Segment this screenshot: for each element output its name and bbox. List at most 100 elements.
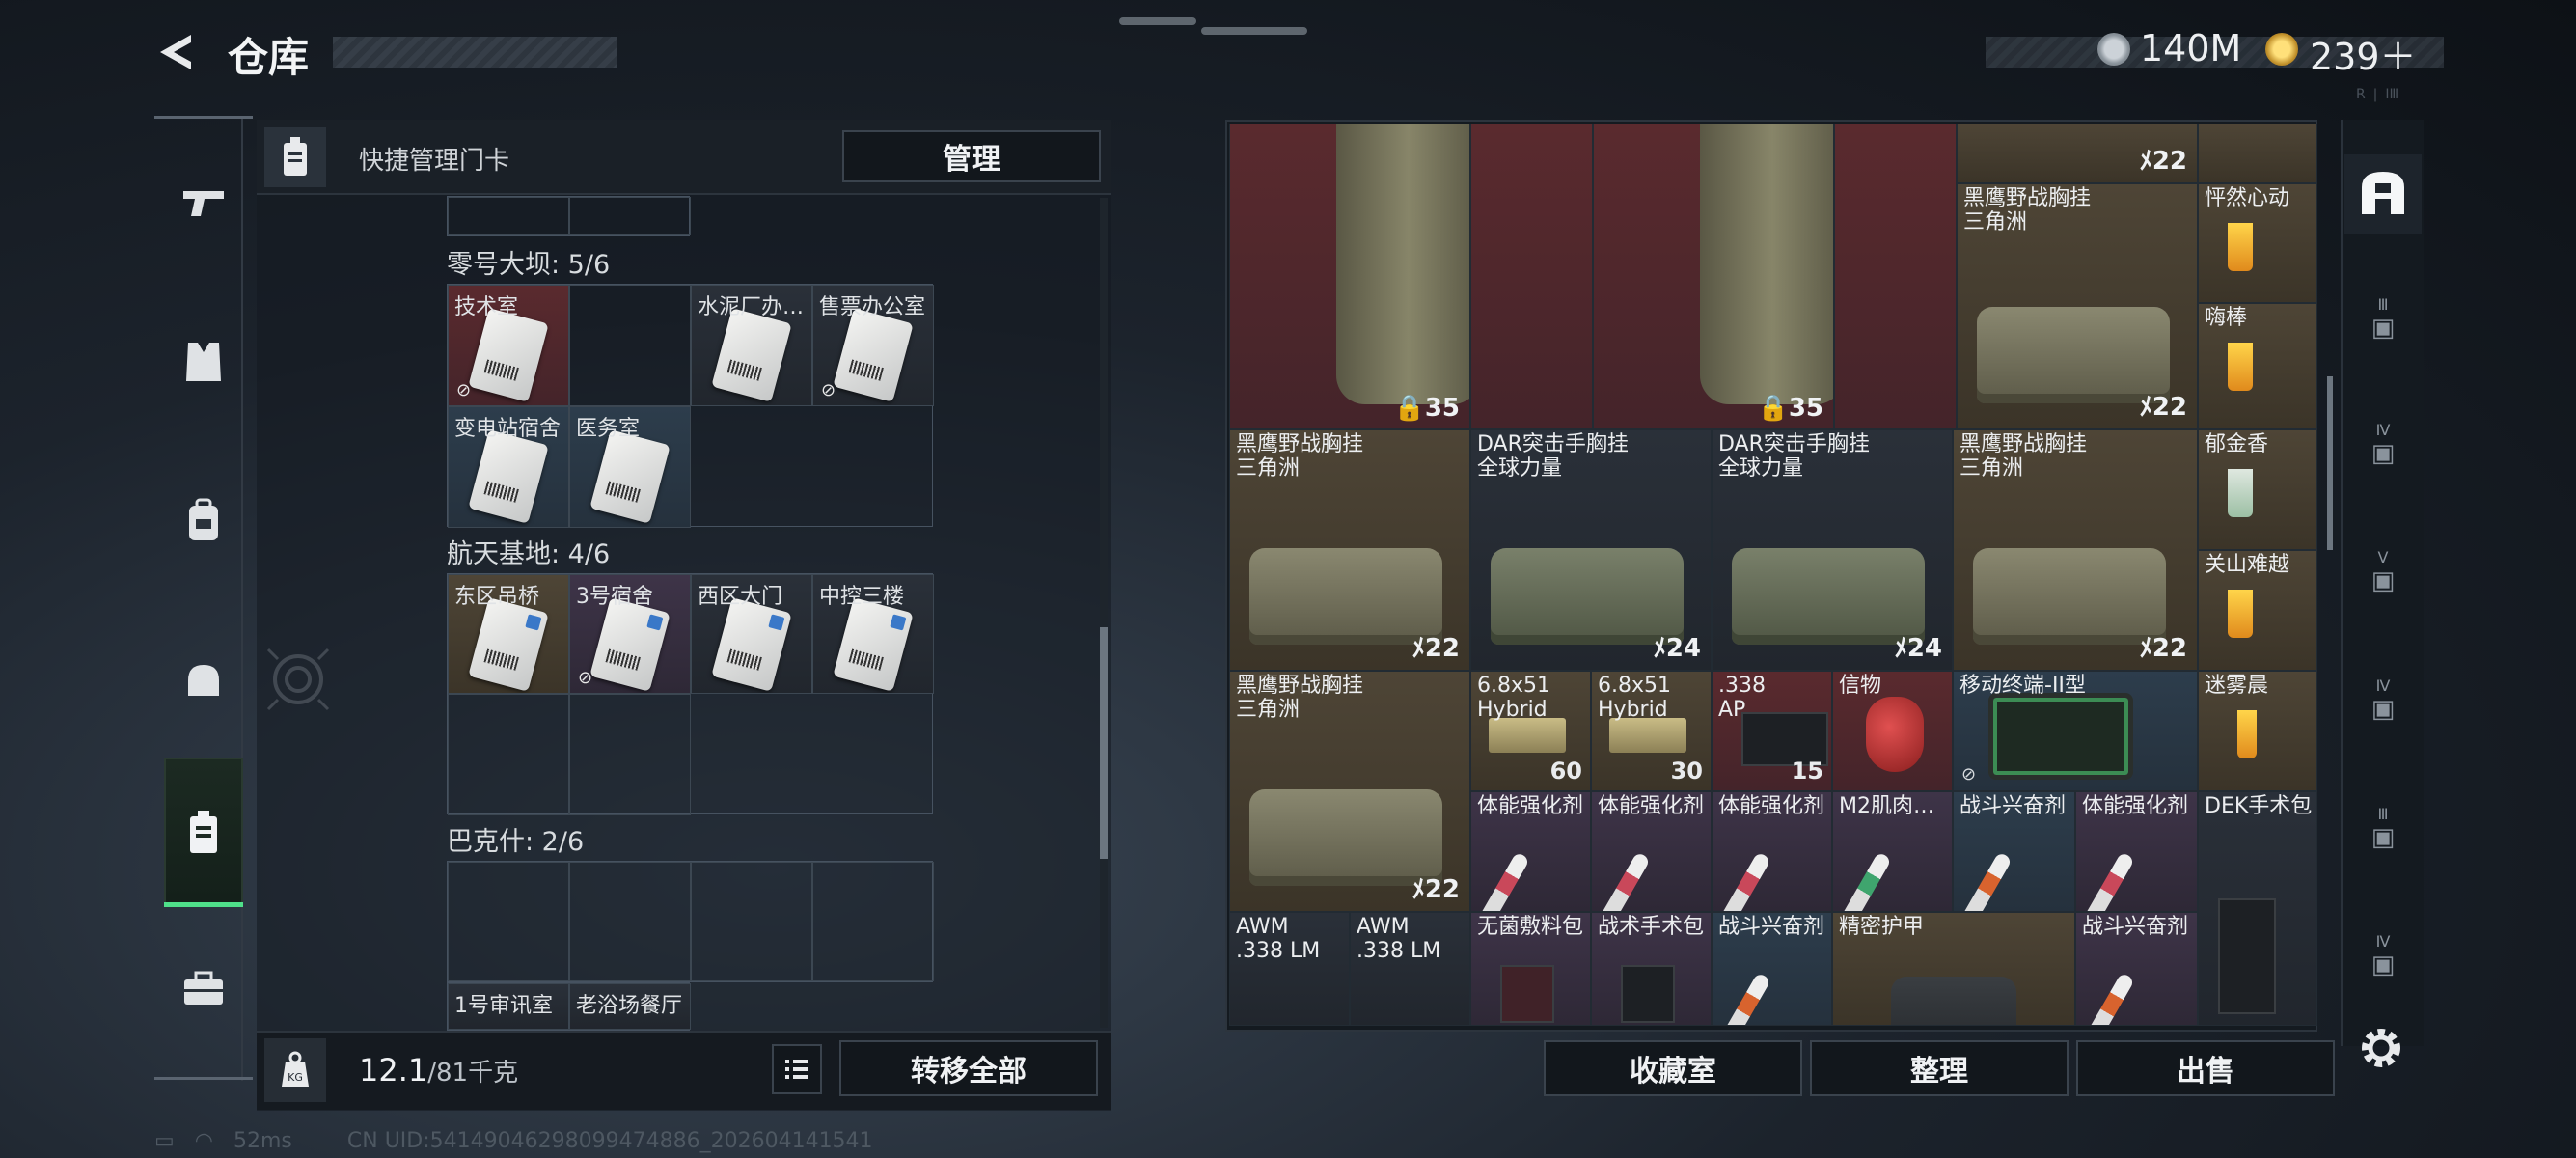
inventory-item[interactable]: 信物 <box>1832 671 1953 791</box>
inventory-item[interactable]: 战斗兴奋剂 <box>1953 791 2075 912</box>
keycard-slot-empty[interactable] <box>448 862 569 981</box>
section-title-dam: 零号大坝: 5/6 <box>447 250 611 280</box>
tab-storage-3b[interactable]: Ⅲ ▣ <box>2354 799 2412 857</box>
keycard-slot[interactable] <box>448 197 569 235</box>
inventory-item[interactable]: 战斗兴奋剂 <box>1712 912 1832 1026</box>
inventory-item[interactable]: 精密护甲 <box>1832 912 2075 1026</box>
item-name: 黑鹰野战胸挂 三角洲 <box>1963 186 2092 234</box>
item-name: 怦然心动 <box>2205 186 2290 210</box>
back-arrow-icon[interactable] <box>152 29 199 75</box>
inventory-item[interactable]: DAR突击手胸挂 全球力量 ﾒ24 <box>1712 429 1953 671</box>
keycard-slot[interactable]: 老浴场餐厅 <box>569 983 691 1030</box>
no-insure-icon: ⊘ <box>1961 764 1977 785</box>
inventory-item[interactable]: 🔒35 <box>1593 124 1834 429</box>
tab-main-storage[interactable] <box>2354 164 2412 222</box>
inventory-item-partial[interactable] <box>2198 124 2317 183</box>
keycard-slot[interactable]: 变电站宿舍 <box>448 406 569 528</box>
nav-keycard[interactable] <box>164 793 243 870</box>
keycard-slot[interactable]: 售票办公室 ⊘ <box>812 285 934 406</box>
inventory-item[interactable]: 关山难越 <box>2198 550 2317 671</box>
inventory-item[interactable]: AWM .338 LM <box>1229 912 1350 1026</box>
inventory-scrollbar-thumb[interactable] <box>2327 376 2333 550</box>
tab-storage-4c[interactable]: Ⅳ ▣ <box>2354 926 2412 984</box>
inventory-item[interactable]: 黑鹰野战胸挂 三角洲 ﾒ22 <box>1229 671 1470 912</box>
nav-backpack[interactable] <box>164 482 243 560</box>
inventory-item[interactable]: 无菌敷料包 <box>1470 912 1591 1026</box>
keycard-slot[interactable]: 西区大门 <box>691 574 812 694</box>
tab-storage-5[interactable]: Ⅴ ▣ <box>2354 542 2412 600</box>
tab-storage-3[interactable]: Ⅲ ▣ <box>2354 290 2412 347</box>
status-bar: ▭ ◠ 52ms CN UID:5414904629809947488​6_20… <box>154 1129 873 1153</box>
keycard-name: 西区大门 <box>698 585 783 609</box>
inventory-item[interactable]: 黑鹰野战胸挂 三角洲 ﾒ22 <box>1957 183 2198 429</box>
inventory-item[interactable]: DAR突击手胸挂 全球力量 ﾒ24 <box>1470 429 1712 671</box>
keycard-slot[interactable]: 1号审讯室 <box>448 983 569 1030</box>
keycard-slot-empty[interactable] <box>691 862 812 981</box>
inventory-item[interactable]: M2肌肉… <box>1832 791 1953 912</box>
keycard-slot[interactable]: 东区吊桥 <box>448 574 569 694</box>
keycard-slot[interactable]: 3号宿舍 ⊘ <box>569 574 691 694</box>
inventory-item[interactable]: 体能强化剂 <box>2075 791 2198 912</box>
keycard-panel-title: 快捷管理门卡 <box>359 147 510 176</box>
inventory-item[interactable]: 🔒35 <box>1229 124 1470 429</box>
keycard-scrollbar[interactable] <box>1100 198 1108 1028</box>
item-count: ﾒ24 <box>1653 634 1701 663</box>
collection-room-button[interactable]: 收藏室 <box>1544 1040 1802 1096</box>
keycard-scrollbar-thumb[interactable] <box>1100 627 1108 859</box>
item-name: DAR突击手胸挂 全球力量 <box>1477 432 1629 481</box>
inventory-item[interactable]: 迷雾晨 <box>2198 671 2317 791</box>
inventory-item[interactable]: AWM .338 LM <box>1350 912 1470 1026</box>
nav-armor[interactable] <box>164 323 243 400</box>
keycard-slot-empty[interactable] <box>569 285 691 406</box>
keycard-slot[interactable]: 水泥厂办… <box>691 285 812 406</box>
item-name: DAR突击手胸挂 全球力量 <box>1718 432 1870 481</box>
nav-weapon[interactable] <box>164 164 243 241</box>
item-name: 体能强化剂 <box>1477 794 1584 818</box>
list-view-button[interactable] <box>772 1044 822 1094</box>
inventory-item[interactable]: 体能强化剂 <box>1470 791 1591 912</box>
keycard-slot-empty[interactable] <box>569 862 691 981</box>
inventory-item[interactable]: 嗨棒 <box>2198 303 2317 429</box>
inventory-item[interactable]: 体能强化剂 <box>1712 791 1832 912</box>
item-name: 精密护甲 <box>1839 915 1925 939</box>
keycard-slot[interactable]: 技术室 ⊘ <box>448 285 569 406</box>
inventory-item[interactable]: 黑鹰野战胸挂 三角洲 ﾒ22 <box>1953 429 2198 671</box>
inventory-item[interactable]: 怦然心动 <box>2198 183 2317 303</box>
silver-currency-amount[interactable]: 140M <box>2140 27 2241 69</box>
keycard-holder-icon <box>264 127 326 187</box>
svg-text:KG: KG <box>288 1071 303 1084</box>
inventory-item[interactable]: 战斗兴奋剂 <box>2075 912 2198 1026</box>
keycard-slot[interactable] <box>569 197 691 235</box>
inventory-item[interactable]: .338 AP 15 <box>1712 671 1832 791</box>
section-title-bakhsh: 巴克什: 2/6 <box>447 827 585 857</box>
tab-storage-4[interactable]: Ⅳ ▣ <box>2354 415 2412 473</box>
item-name: 关山难越 <box>2205 553 2290 577</box>
inventory-item[interactable]: 6.8x51 Hybrid 30 <box>1591 671 1712 791</box>
inventory-item[interactable]: 黑鹰野战胸挂 三角洲 ﾒ22 <box>1229 429 1470 671</box>
nav-toolbox[interactable] <box>164 951 243 1028</box>
keycard-slot-empty[interactable] <box>569 694 691 815</box>
keycard-slot-empty[interactable] <box>448 694 569 815</box>
keycard-grid-bakhsh-cards: 1号审讯室 老浴场餐厅 <box>447 982 691 1031</box>
keycard-slot[interactable]: 中控三楼 <box>812 574 934 694</box>
keycard-slot-empty[interactable] <box>812 862 934 981</box>
inventory-item[interactable]: 体能强化剂 <box>1591 791 1712 912</box>
gold-currency-amount[interactable]: 239＋ <box>2310 27 2417 80</box>
inventory-item[interactable]: 郁金香 <box>2198 429 2317 550</box>
inventory-item[interactable]: 战术手术包 <box>1591 912 1712 1026</box>
nav-helmet[interactable] <box>164 642 243 719</box>
sell-button[interactable]: 出售 <box>2076 1040 2335 1096</box>
inventory-item[interactable]: DEK手术包 <box>2198 791 2317 1026</box>
tab-storage-4b[interactable]: Ⅳ ▣ <box>2354 671 2412 729</box>
organize-button[interactable]: 整理 <box>1810 1040 2069 1096</box>
transfer-all-button[interactable]: 转移全部 <box>839 1040 1098 1096</box>
silver-coin-icon <box>2097 33 2130 66</box>
storage-icon: ▣ <box>2370 565 2396 595</box>
settings-gear-icon[interactable] <box>2354 1021 2408 1075</box>
keycard-slot[interactable]: 医务室 <box>569 406 691 528</box>
manage-button[interactable]: 管理 <box>842 130 1101 182</box>
inventory-item[interactable]: ﾒ22 <box>1957 124 2198 183</box>
inventory-item[interactable]: 6.8x51 Hybrid 60 <box>1470 671 1591 791</box>
inventory-item[interactable]: 移动终端-II型 ⊘ <box>1953 671 2198 791</box>
item-name: 战斗兴奋剂 <box>2082 915 2189 939</box>
